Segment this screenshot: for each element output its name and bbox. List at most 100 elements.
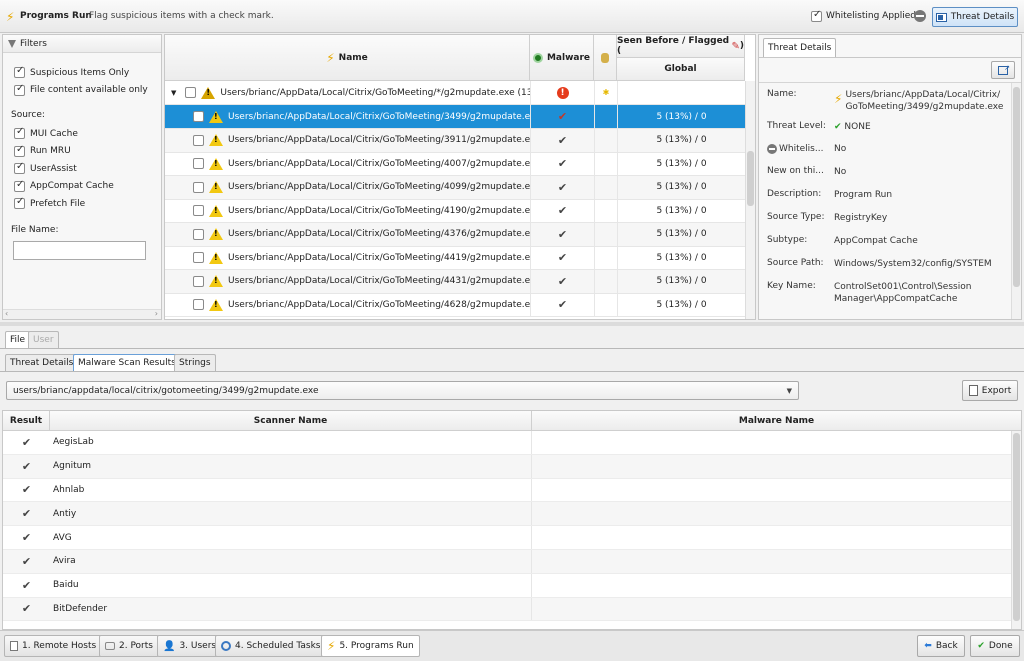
checkbox[interactable] <box>14 161 25 175</box>
tab-file[interactable]: File <box>5 331 31 348</box>
source-userassist[interactable]: UserAssist <box>3 160 161 178</box>
table-row[interactable]: ✔ Baidu <box>3 573 1011 598</box>
step-ports[interactable]: 2. Ports <box>99 635 159 657</box>
filters-panel: Filters Suspicious Items Only File conte… <box>2 34 162 320</box>
tab-malware-scan-results[interactable]: Malware Scan Results <box>73 354 181 371</box>
table-row[interactable]: Users/brianc/AppData/Local/Citrix/GoToMe… <box>165 128 745 153</box>
alert-icon: ! <box>556 86 569 99</box>
check-icon: ✔ <box>557 274 568 288</box>
back-button[interactable]: ⬅ Back <box>917 635 965 657</box>
arrow-left-icon[interactable]: ‹ <box>5 309 8 318</box>
export-button[interactable]: Export <box>962 380 1018 401</box>
arrow-right-icon[interactable]: › <box>155 309 158 318</box>
tab-user[interactable]: User <box>28 331 59 348</box>
warning-icon <box>209 110 223 123</box>
step-remote-hosts[interactable]: 1. Remote Hosts <box>4 635 103 657</box>
source-run-mru[interactable]: Run MRU <box>3 143 161 161</box>
source-prefetch-file[interactable]: Prefetch File <box>3 195 161 213</box>
check-icon: ✔ <box>21 531 32 545</box>
tab-strings[interactable]: Strings <box>174 354 216 371</box>
table-row[interactable]: Users/brianc/AppData/Local/Citrix/GoToMe… <box>165 199 745 223</box>
open-external-button[interactable]: ↗ <box>991 61 1015 79</box>
warning-icon <box>201 86 216 99</box>
checkbox[interactable] <box>14 144 25 157</box>
table-row[interactable]: Users/brianc/AppData/Local/Citrix/GoToMe… <box>165 105 745 129</box>
table-row[interactable]: ✔ BitDefender <box>3 597 1011 622</box>
scan-vscrollbar[interactable] <box>1011 431 1021 629</box>
table-row[interactable]: Users/brianc/AppData/Local/Citrix/GoToMe… <box>165 293 745 317</box>
malware-cell: ✔ <box>530 175 594 199</box>
scanner-name-cell: Baidu <box>50 573 532 597</box>
column-header-extra[interactable] <box>594 35 617 81</box>
table-row[interactable]: ✔ Agnitum <box>3 454 1011 479</box>
global-cell: 5 (13%) / 0 <box>617 246 745 269</box>
scrollbar-thumb[interactable] <box>1013 87 1020 287</box>
scan-results-table: Result Scanner Name Malware Name ✔ AegisL… <box>2 410 1022 630</box>
checkbox[interactable] <box>193 252 204 263</box>
step-users[interactable]: 👤 3. Users <box>157 635 223 657</box>
column-header-name[interactable]: ⚡ Name <box>165 35 530 81</box>
step-programs-run[interactable]: ⚡ 5. Programs Run <box>321 635 420 657</box>
checkbox[interactable] <box>14 126 25 140</box>
checkbox[interactable] <box>193 205 204 216</box>
table-row[interactable]: Users/brianc/AppData/Local/Citrix/GoToMe… <box>165 246 745 270</box>
table-row[interactable]: Users/brianc/AppData/Local/Citrix/GoToMe… <box>165 222 745 247</box>
checkbox[interactable] <box>193 134 204 146</box>
checkbox[interactable] <box>14 83 25 96</box>
checkbox[interactable] <box>185 87 197 98</box>
table-row[interactable]: ✔ Ahnlab <box>3 478 1011 503</box>
details-vscrollbar[interactable] <box>1011 83 1021 319</box>
warning-icon <box>209 134 223 146</box>
scrollbar-thumb[interactable] <box>1013 433 1020 621</box>
step-scheduled-tasks[interactable]: 4. Scheduled Tasks <box>215 635 327 657</box>
check-icon: ✔ <box>557 298 568 311</box>
checkbox[interactable] <box>193 181 204 193</box>
done-button[interactable]: ✔ Done <box>970 635 1020 657</box>
group-row[interactable]: ▼ Users/brianc/AppData/Local/Citrix/GoTo… <box>165 81 745 105</box>
column-header-seen-before[interactable]: Seen Before / Flagged ( ✎ ) <box>617 35 745 58</box>
table-row[interactable]: ✔ Antiy <box>3 502 1011 527</box>
filter-content-available[interactable]: File content available only <box>3 82 161 100</box>
checkbox[interactable] <box>14 196 25 210</box>
table-row[interactable]: Users/brianc/AppData/Local/Citrix/GoToMe… <box>165 152 745 176</box>
file-name-input[interactable] <box>13 241 146 260</box>
checkbox[interactable] <box>193 111 204 122</box>
table-row[interactable]: ✔ AegisLab <box>3 431 1011 455</box>
expand-arrow-icon[interactable]: ▼ <box>171 89 176 97</box>
table-row[interactable]: Users/brianc/AppData/Local/Citrix/GoToMe… <box>165 175 745 200</box>
column-header-result[interactable]: Result <box>3 411 50 430</box>
lightning-icon: ⚡ <box>6 10 15 24</box>
grid-vscrollbar[interactable] <box>745 81 755 319</box>
table-row[interactable]: ✔ Avira <box>3 550 1011 574</box>
table-row[interactable]: ✔ AVG <box>3 526 1011 550</box>
source-mui-cache[interactable]: MUI Cache <box>3 125 161 143</box>
checkbox[interactable] <box>193 228 204 240</box>
tab-threat-details[interactable]: Threat Details <box>763 38 837 57</box>
checkbox[interactable] <box>193 158 204 169</box>
column-header-malware[interactable]: Malware <box>530 35 594 81</box>
check-icon: ✔ <box>557 157 568 170</box>
column-header-malware-name[interactable]: Malware Name <box>532 411 1021 430</box>
funnel-icon <box>8 39 16 48</box>
warning-icon <box>209 157 223 170</box>
tab-threat-details-bottom[interactable]: Threat Details <box>5 354 79 371</box>
check-icon: ✔ <box>557 204 568 217</box>
column-header-scanner[interactable]: Scanner Name <box>50 411 532 430</box>
step-navigation: 1. Remote Hosts 2. Ports 👤 3. Users 4. S… <box>0 630 1024 661</box>
checkbox[interactable] <box>14 179 25 192</box>
filter-suspicious-only[interactable]: Suspicious Items Only <box>3 64 161 82</box>
filters-hscrollbar[interactable]: ‹ › <box>3 309 161 319</box>
source-appcompat-cache[interactable]: AppCompat Cache <box>3 178 161 196</box>
threat-details-button[interactable]: Threat Details <box>932 7 1018 27</box>
splitter[interactable] <box>0 322 1024 326</box>
checkbox[interactable] <box>193 275 204 287</box>
checkbox[interactable] <box>14 65 25 79</box>
lightning-icon: ⚡ <box>834 92 843 106</box>
flag-icon: ✎ <box>731 40 740 52</box>
table-row[interactable]: Users/brianc/AppData/Local/Citrix/GoToMe… <box>165 269 745 294</box>
scrollbar-thumb[interactable] <box>747 151 754 206</box>
whitelisting-checkbox[interactable] <box>811 9 822 22</box>
checkbox[interactable] <box>193 299 204 310</box>
file-path-select[interactable]: users/brianc/appdata/local/citrix/gotome… <box>6 381 799 400</box>
column-header-global[interactable]: Global <box>617 58 745 81</box>
